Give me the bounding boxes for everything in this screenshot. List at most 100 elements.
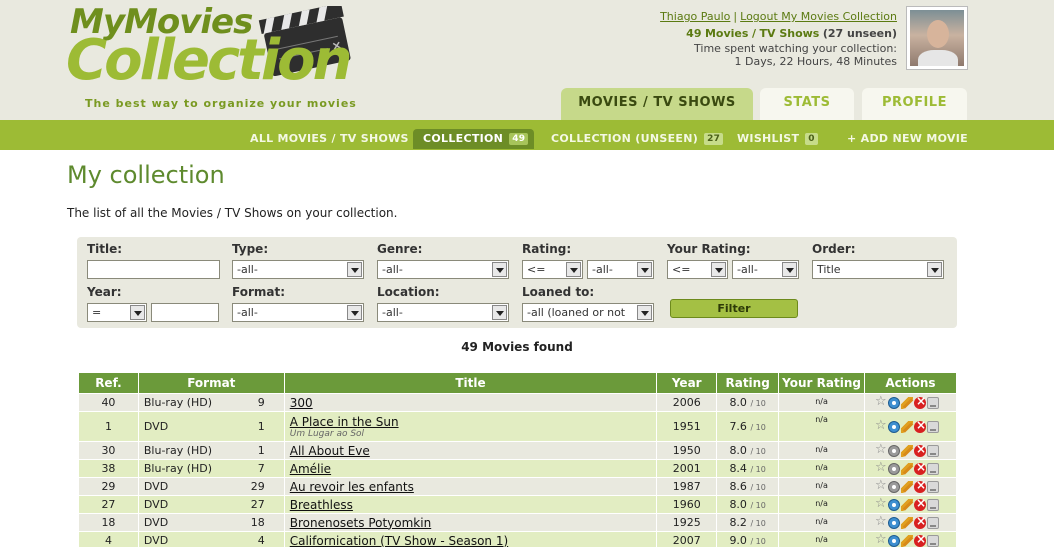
loaned-filter-select[interactable]: -all (loaned or not — [522, 303, 654, 322]
year-operator-select[interactable]: = — [87, 303, 147, 322]
location-filter-select[interactable]: -all- — [377, 303, 509, 322]
movie-title-link[interactable]: Au revoir les enfants — [290, 480, 414, 494]
star-icon[interactable] — [875, 394, 887, 409]
user-profile-link[interactable]: Thiago Paulo — [660, 10, 730, 23]
eye-icon[interactable] — [887, 421, 900, 433]
rating-value: 8.0 — [729, 444, 747, 457]
loan-icon[interactable] — [926, 517, 939, 529]
format-count: 18 — [250, 516, 265, 529]
col-header-rating[interactable]: Rating — [716, 372, 780, 394]
subnav-all-movies[interactable]: ALL MOVIES / TV SHOWS — [250, 129, 409, 149]
subnav-add-new-movie[interactable]: + ADD NEW MOVIE — [847, 129, 968, 149]
site-logo[interactable]: MyMovies Collection — [66, 2, 366, 112]
year-filter-input[interactable] — [151, 303, 219, 322]
order-select[interactable]: Title — [812, 260, 944, 279]
subnav-collection[interactable]: COLLECTION 49 — [413, 129, 535, 149]
your-rating-value-select[interactable]: -all- — [732, 260, 799, 279]
tab-movies-tv-shows[interactable]: MOVIES / TV SHOWS — [561, 88, 753, 120]
pencil-icon[interactable] — [900, 481, 913, 493]
star-icon[interactable] — [875, 514, 887, 529]
movie-title-link[interactable]: A Place in the Sun — [290, 415, 399, 429]
rating-value: 9.0 — [729, 534, 747, 547]
cell-actions — [863, 531, 958, 547]
movie-title-link[interactable]: Amélie — [290, 462, 331, 476]
format-filter-select[interactable]: -all- — [232, 303, 364, 322]
filter-button[interactable]: Filter — [670, 299, 798, 318]
unseen-count: (27 unseen) — [822, 27, 897, 40]
page-intro: The list of all the Movies / TV Shows on… — [67, 206, 398, 220]
cell-your-rating: n/a — [778, 411, 865, 442]
eye-icon[interactable] — [887, 481, 900, 493]
star-icon[interactable] — [875, 460, 887, 475]
star-icon[interactable] — [875, 442, 887, 457]
subnav-label: ALL MOVIES / TV SHOWS — [250, 132, 409, 145]
eye-icon[interactable] — [887, 463, 900, 475]
movie-title-link[interactable]: Californication (TV Show - Season 1) — [290, 534, 508, 547]
cell-title: Breathless — [283, 495, 658, 514]
your-rating-operator-value: <= — [672, 263, 691, 276]
genre-filter-select[interactable]: -all- — [377, 260, 509, 279]
loan-icon[interactable] — [926, 463, 939, 475]
avatar[interactable] — [906, 6, 968, 70]
table-row: 29 DVD 29 Au revoir les enfants 1987 8.6 / 10… — [78, 477, 958, 496]
star-icon[interactable] — [875, 496, 887, 511]
format-name: DVD — [143, 498, 169, 511]
eye-icon[interactable] — [887, 499, 900, 511]
subnav-collection-unseen[interactable]: COLLECTION (UNSEEN) 27 — [551, 129, 724, 149]
star-icon[interactable] — [875, 532, 887, 547]
delete-icon[interactable] — [913, 532, 926, 547]
delete-icon[interactable] — [913, 442, 926, 457]
title-filter-input[interactable] — [87, 260, 220, 279]
logout-link[interactable]: Logout My Movies Collection — [740, 10, 897, 23]
pencil-icon[interactable] — [900, 421, 913, 433]
eye-icon[interactable] — [887, 535, 900, 547]
loan-icon[interactable] — [926, 535, 939, 547]
star-icon[interactable] — [875, 418, 887, 433]
tab-profile[interactable]: PROFILE — [862, 88, 967, 120]
cell-title: A Place in the Sun Um Lugar ao Sol — [283, 411, 658, 442]
col-header-format[interactable]: Format — [137, 372, 285, 394]
movie-title-link[interactable]: Breathless — [290, 498, 353, 512]
pencil-icon[interactable] — [900, 499, 913, 511]
type-filter-select[interactable]: -all- — [232, 260, 364, 279]
your-rating-operator-select[interactable]: <= — [667, 260, 728, 279]
cell-your-rating: n/a — [778, 477, 865, 496]
movie-title-link[interactable]: All About Eve — [290, 444, 370, 458]
genre-filter-label: Genre: — [377, 242, 423, 256]
col-header-ref[interactable]: Ref. — [78, 372, 139, 394]
tab-stats[interactable]: STATS — [760, 88, 854, 120]
delete-icon[interactable] — [913, 418, 926, 433]
eye-icon[interactable] — [887, 397, 900, 409]
delete-icon[interactable] — [913, 478, 926, 493]
pencil-icon[interactable] — [900, 535, 913, 547]
delete-icon[interactable] — [913, 394, 926, 409]
pencil-icon[interactable] — [900, 397, 913, 409]
col-header-title[interactable]: Title — [283, 372, 658, 394]
rating-value: 8.0 — [729, 396, 747, 409]
col-header-your-rating[interactable]: Your Rating — [778, 372, 865, 394]
star-icon[interactable] — [875, 478, 887, 493]
subnav-wishlist[interactable]: WISHLIST 0 — [737, 129, 818, 149]
pencil-icon[interactable] — [900, 517, 913, 529]
pencil-icon[interactable] — [900, 445, 913, 457]
order-value: Title — [817, 263, 841, 276]
format-count: 27 — [250, 498, 265, 511]
delete-icon[interactable] — [913, 460, 926, 475]
loan-icon[interactable] — [926, 397, 939, 409]
rating-value-select[interactable]: -all- — [587, 260, 654, 279]
delete-icon[interactable] — [913, 514, 926, 529]
eye-icon[interactable] — [887, 445, 900, 457]
movie-title-link[interactable]: 300 — [290, 396, 313, 410]
loan-icon[interactable] — [926, 481, 939, 493]
rating-operator-select[interactable]: <= — [522, 260, 583, 279]
delete-icon[interactable] — [913, 496, 926, 511]
loan-icon[interactable] — [926, 421, 939, 433]
col-header-year[interactable]: Year — [656, 372, 718, 394]
cell-format: Blu-ray (HD) 7 — [137, 459, 285, 478]
eye-icon[interactable] — [887, 517, 900, 529]
pencil-icon[interactable] — [900, 463, 913, 475]
collection-count-badge: 49 — [509, 133, 529, 145]
loan-icon[interactable] — [926, 499, 939, 511]
loan-icon[interactable] — [926, 445, 939, 457]
movie-title-link[interactable]: Bronenosets Potyomkin — [290, 516, 431, 530]
